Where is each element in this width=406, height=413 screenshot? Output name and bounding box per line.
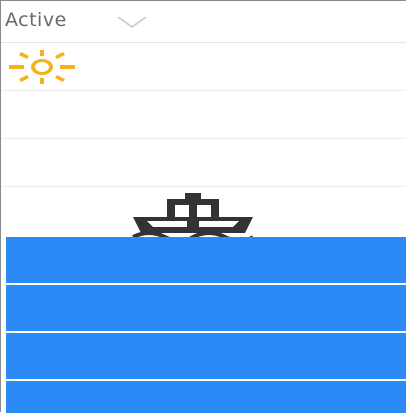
selected-list-item[interactable] [6,285,406,331]
list-item[interactable] [1,43,406,91]
selected-list-item[interactable] [6,381,406,413]
selected-list-item[interactable] [6,237,406,283]
list-item[interactable] [1,139,406,187]
selected-list-item[interactable] [6,333,406,379]
list-panel: Active [0,0,406,413]
status-dropdown[interactable]: Active [1,1,406,43]
sun-icon [9,50,75,84]
chevron-down-icon[interactable] [117,15,147,29]
status-dropdown-label: Active [5,9,67,31]
list-item[interactable] [1,91,406,139]
ship-icon [132,193,255,239]
